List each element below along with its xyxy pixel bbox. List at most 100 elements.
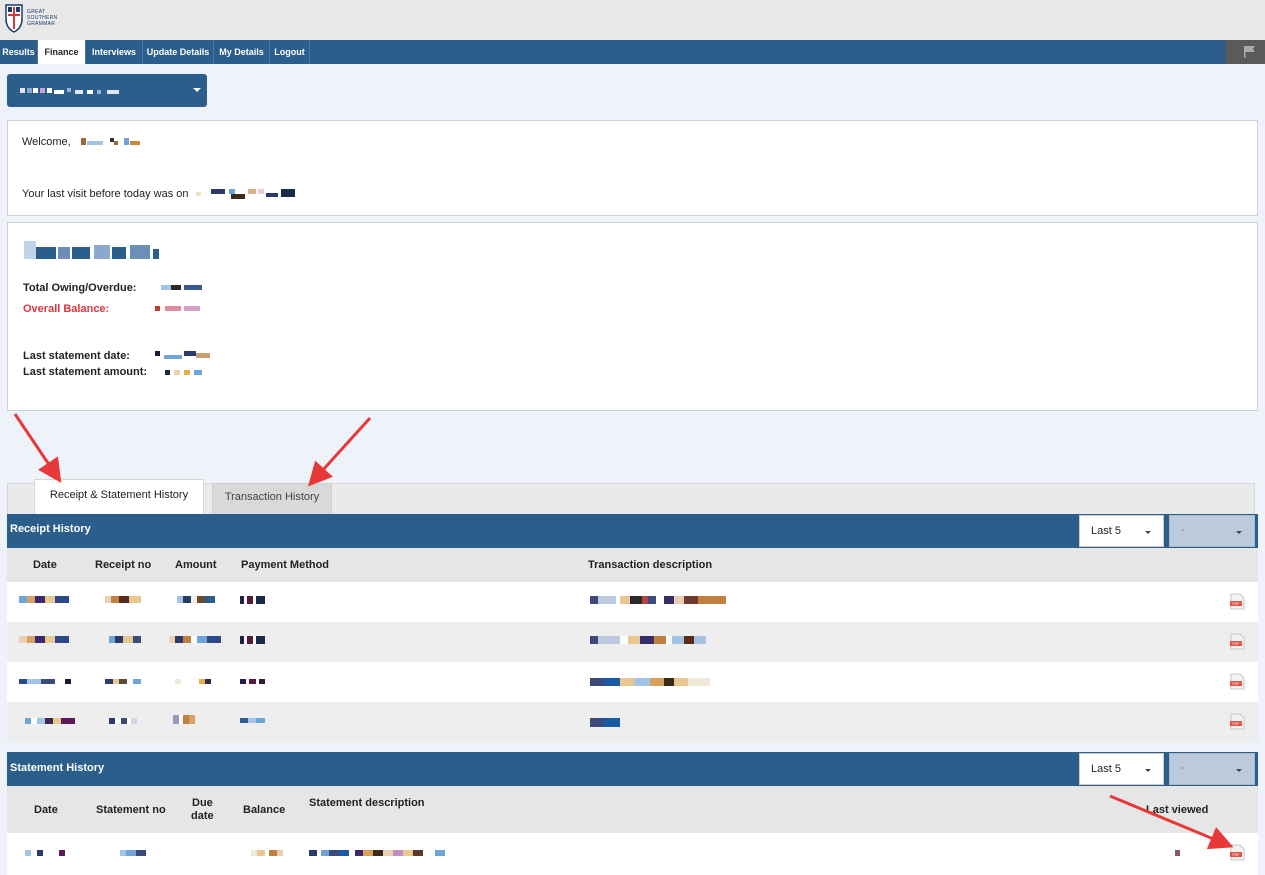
last-visit-text: Your last visit before today was on: [22, 188, 189, 200]
last-statement-date-label: Last statement date:: [23, 350, 130, 362]
flag-button[interactable]: [1225, 40, 1265, 64]
redacted-block: [231, 194, 245, 199]
redacted-block: [87, 141, 103, 145]
pdf-file-icon[interactable]: PDF: [1230, 844, 1245, 861]
redacted-block: [47, 88, 52, 93]
top-bar: GREAT SOUTHERN GRAMMAR: [0, 0, 1265, 40]
redacted-block: [248, 189, 256, 194]
redacted-block: [211, 189, 225, 194]
redacted-block: [114, 141, 118, 145]
redacted-value: [184, 370, 190, 375]
redacted-value: [184, 306, 200, 311]
redacted-heading: [94, 245, 110, 259]
redacted-cell: [251, 850, 283, 856]
redacted-cell: [240, 596, 265, 604]
redacted-block: [130, 141, 140, 145]
redacted-cell: [590, 636, 706, 644]
table-row: PDF: [7, 582, 1258, 622]
redacted-block: [67, 88, 71, 92]
pdf-file-icon[interactable]: PDF: [1230, 593, 1245, 610]
redacted-block: [81, 138, 86, 145]
redacted-cell: [173, 715, 195, 724]
receipt-period-select[interactable]: Last 5: [1079, 515, 1164, 547]
statement-period-select[interactable]: Last 5: [1079, 753, 1164, 785]
redacted-value: [174, 370, 180, 375]
redacted-block: [27, 88, 32, 93]
receipt-history-header: Receipt History Last 5 -: [7, 514, 1258, 548]
redacted-heading: [153, 249, 159, 259]
redacted-cell: [19, 596, 69, 603]
nav-results[interactable]: Results: [0, 40, 38, 64]
table-row: PDF: [7, 833, 1258, 875]
svg-text:PDF: PDF: [1233, 853, 1240, 857]
redacted-cell: [240, 718, 265, 723]
arrow-icon: [307, 416, 372, 487]
redacted-block: [196, 192, 201, 196]
chevron-down-icon: [1236, 769, 1242, 772]
chevron-down-icon: [1145, 769, 1151, 772]
col-date: Date: [33, 559, 57, 571]
col-receipt-no: Receipt no: [95, 559, 152, 571]
redacted-value: [194, 370, 202, 375]
nav-finance[interactable]: Finance: [38, 40, 86, 64]
nav-interviews[interactable]: Interviews: [86, 40, 143, 64]
arrow-icon: [13, 413, 62, 483]
tab-receipt-statement-history[interactable]: Receipt & Statement History: [34, 479, 204, 514]
redacted-block: [266, 193, 278, 197]
redacted-value: [161, 285, 171, 290]
chevron-down-icon: [1236, 531, 1242, 534]
statement-student-select[interactable]: -: [1169, 753, 1255, 785]
receipt-student-select[interactable]: -: [1169, 515, 1255, 547]
last-statement-amount-label: Last statement amount:: [23, 366, 148, 378]
redacted-cell: [109, 718, 137, 724]
redacted-heading: [72, 247, 90, 259]
redacted-cell: [309, 850, 445, 856]
col-last-viewed: Last viewed: [1146, 804, 1209, 816]
statement-history-title: Statement History: [10, 762, 105, 774]
redacted-block: [97, 90, 101, 94]
redacted-heading: [58, 247, 70, 259]
tab-transaction-history[interactable]: Transaction History: [212, 483, 332, 514]
nav-logout[interactable]: Logout: [270, 40, 310, 64]
logo-text: GREAT SOUTHERN GRAMMAR: [27, 9, 58, 27]
col-due-date-line1: Due: [192, 797, 213, 809]
redacted-block: [40, 88, 45, 93]
svg-text:PDF: PDF: [1233, 682, 1240, 686]
main-navbar: Results Finance Interviews Update Detail…: [0, 40, 1265, 64]
redacted-cell: [169, 636, 221, 643]
col-amount: Amount: [175, 559, 217, 571]
redacted-block: [75, 90, 83, 94]
receipt-column-header: Date Receipt no Amount Payment Method Tr…: [7, 548, 1258, 582]
account-summary-panel: Total Owing/Overdue: Overall Balance: La…: [7, 222, 1258, 411]
redacted-cell: [590, 678, 710, 686]
pdf-file-icon[interactable]: PDF: [1230, 633, 1245, 650]
redacted-heading: [24, 241, 36, 259]
pdf-file-icon[interactable]: PDF: [1230, 713, 1245, 730]
redacted-block: [124, 138, 129, 145]
nav-my-details[interactable]: My Details: [214, 40, 270, 64]
redacted-block: [54, 90, 64, 94]
chevron-down-icon: [193, 88, 201, 92]
table-row: PDF: [7, 622, 1258, 662]
redacted-block: [87, 90, 93, 94]
pdf-file-icon[interactable]: PDF: [1230, 673, 1245, 690]
redacted-block: [281, 189, 295, 197]
student-selector[interactable]: [7, 74, 207, 107]
flag-icon: [1244, 46, 1255, 58]
redacted-block: [20, 88, 25, 93]
col-due-date-line2: date: [191, 810, 214, 822]
col-statement-description: Statement description: [309, 797, 425, 809]
redacted-cell: [109, 636, 141, 643]
redacted-cell: [19, 679, 71, 684]
col-statement-no: Statement no: [96, 804, 166, 816]
redacted-value: [155, 351, 160, 356]
col-date: Date: [34, 804, 58, 816]
svg-text:PDF: PDF: [1233, 602, 1240, 606]
redacted-value: [165, 306, 181, 311]
redacted-cell: [590, 718, 620, 727]
receipt-history-title: Receipt History: [10, 523, 91, 535]
redacted-cell: [590, 596, 726, 604]
nav-update-details[interactable]: Update Details: [143, 40, 214, 64]
redacted-cell: [25, 850, 71, 856]
svg-text:PDF: PDF: [1233, 722, 1240, 726]
